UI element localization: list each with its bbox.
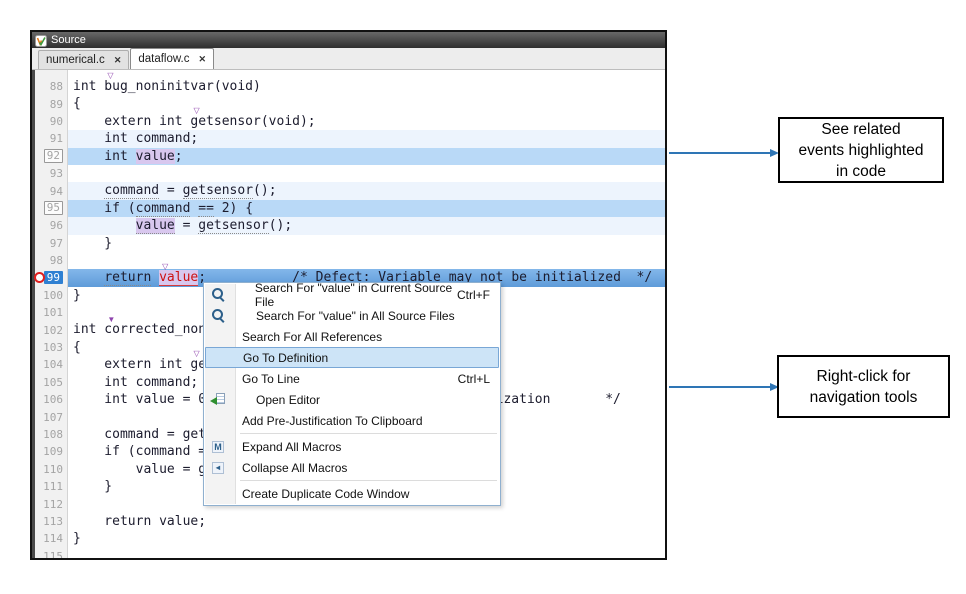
menu-item-collapse-all-macros[interactable]: ◂ Collapse All Macros <box>204 457 500 478</box>
line-number: 94 <box>35 185 68 198</box>
menu-item-search-for-value-in-all-source-files[interactable]: Search For "value" in All Source Files <box>204 305 500 326</box>
code-line-95[interactable]: 95 if (command == 2) { <box>35 200 665 217</box>
tab-bar: numerical.c ✕ dataflow.c ✕ <box>32 48 665 70</box>
line-number: 106 <box>35 393 68 406</box>
macro-expand-icon: M <box>212 441 224 453</box>
line-number: 98 <box>35 254 68 267</box>
event-marker-icon[interactable]: ▽ <box>162 263 168 271</box>
line-number: 112 <box>35 498 68 511</box>
code-line-113[interactable]: 113 return value; <box>35 513 665 530</box>
line-number: 102 <box>35 324 68 337</box>
menu-icon-placeholder <box>212 372 226 386</box>
callout-related-events: See related events highlighted in code <box>778 117 944 183</box>
line-number: 104 <box>35 358 68 371</box>
menu-icon-placeholder <box>212 330 226 344</box>
line-number: 108 <box>35 428 68 441</box>
line-number: 111 <box>35 480 68 493</box>
code-line-90[interactable]: 90 extern int getsensor(void); <box>35 113 665 130</box>
menu-item-open-editor[interactable]: Open Editor <box>204 389 500 410</box>
line-number: 100 <box>35 289 68 302</box>
line-number: 88 <box>35 80 68 93</box>
menu-item-label: Go To Definition <box>243 351 328 365</box>
menu-item-label: Add Pre-Justification To Clipboard <box>242 414 423 428</box>
callout-arrow-1 <box>669 152 770 154</box>
menu-item-label: Collapse All Macros <box>242 461 347 475</box>
event-marker-filled-icon[interactable]: ▼ <box>107 316 115 324</box>
line-number: 91 <box>35 132 68 145</box>
line-number: 105 <box>35 376 68 389</box>
tab-close-icon[interactable]: ✕ <box>199 54 207 65</box>
menu-icon-placeholder <box>212 487 226 501</box>
page: Source numerical.c ✕ dataflow.c ✕ 88int bug… <box>0 0 966 594</box>
line-number: 101 <box>35 306 68 319</box>
line-number: 96 <box>35 219 68 232</box>
line-number: 92 <box>35 149 68 163</box>
line-number: 115 <box>35 550 68 558</box>
menu-icon-placeholder <box>212 414 226 428</box>
event-marker-icon[interactable]: ▽ <box>107 72 113 80</box>
event-marker-icon[interactable]: ▽ <box>193 107 199 115</box>
code-line-96[interactable]: 96 value = getsensor(); <box>35 217 665 234</box>
line-number: 109 <box>35 445 68 458</box>
menu-item-label: Search For "value" in All Source Files <box>256 309 455 323</box>
tab-numerical.c[interactable]: numerical.c ✕ <box>38 50 129 69</box>
menu-icon-placeholder <box>213 351 227 365</box>
line-number: 95 <box>35 201 68 215</box>
code-line-94[interactable]: 94 command = getsensor(); <box>35 182 665 199</box>
line-number: 103 <box>35 341 68 354</box>
code-line-92[interactable]: 92 int value; <box>35 148 665 165</box>
menu-item-create-duplicate-code-window[interactable]: Create Duplicate Code Window <box>204 483 500 504</box>
line-number: 93 <box>35 167 68 180</box>
menu-item-search-for-all-references[interactable]: Search For All References <box>204 326 500 347</box>
macro-collapse-icon: ◂ <box>212 462 224 474</box>
menu-item-label: Go To Line <box>242 372 300 386</box>
line-number: 114 <box>35 532 68 545</box>
tab-dataflow.c[interactable]: dataflow.c ✕ <box>130 48 214 69</box>
callout-arrow-2 <box>669 386 770 388</box>
line-number: 90 <box>35 115 68 128</box>
menu-item-label: Search For All References <box>242 330 382 344</box>
menu-item-expand-all-macros[interactable]: M Expand All Macros <box>204 436 500 457</box>
menu-item-shortcut: Ctrl+F <box>457 288 490 302</box>
code-line-114[interactable]: 114} <box>35 530 665 547</box>
menu-item-label: Create Duplicate Code Window <box>242 487 409 501</box>
open-editor-icon <box>212 393 226 407</box>
window-title: Source <box>51 34 86 46</box>
menu-item-shortcut: Ctrl+L <box>458 372 490 386</box>
code-line-89[interactable]: 89{ <box>35 95 665 112</box>
menu-item-go-to-definition[interactable]: Go To Definition <box>205 347 499 368</box>
code-line-97[interactable]: 97 } <box>35 235 665 252</box>
tab-close-icon[interactable]: ✕ <box>114 55 122 66</box>
polyspace-source-icon <box>35 34 47 46</box>
context-menu: Search For "value" in Current Source Fil… <box>203 282 501 506</box>
callout-right-click: Right-click for navigation tools <box>777 355 950 418</box>
line-number: 113 <box>35 515 68 528</box>
code-line-91[interactable]: 91 int command; <box>35 130 665 147</box>
code-line-115[interactable]: 115 <box>35 548 665 558</box>
tab-label: numerical.c <box>46 54 105 66</box>
menu-item-go-to-line[interactable]: Go To Line Ctrl+L <box>204 368 500 389</box>
line-number: 107 <box>35 411 68 424</box>
tab-label: dataflow.c <box>138 53 189 65</box>
code-line-98[interactable]: 98 <box>35 252 665 269</box>
menu-item-label: Expand All Macros <box>242 440 341 454</box>
menu-item-search-for-value-in-current-source-file[interactable]: Search For "value" in Current Source Fil… <box>204 284 500 305</box>
window-titlebar[interactable]: Source <box>32 32 665 48</box>
line-number: 97 <box>35 237 68 250</box>
code-line-88[interactable]: 88int bug_noninitvar(void) <box>35 78 665 95</box>
search-icon <box>212 288 225 302</box>
search-icon <box>212 309 226 323</box>
event-marker-icon[interactable]: ▽ <box>193 350 199 358</box>
line-number: 110 <box>35 463 68 476</box>
menu-item-label: Open Editor <box>256 393 320 407</box>
code-line-93[interactable]: 93 <box>35 165 665 182</box>
line-number: 89 <box>35 98 68 111</box>
menu-item-add-pre-justification-to-clipboard[interactable]: Add Pre-Justification To Clipboard <box>204 410 500 431</box>
